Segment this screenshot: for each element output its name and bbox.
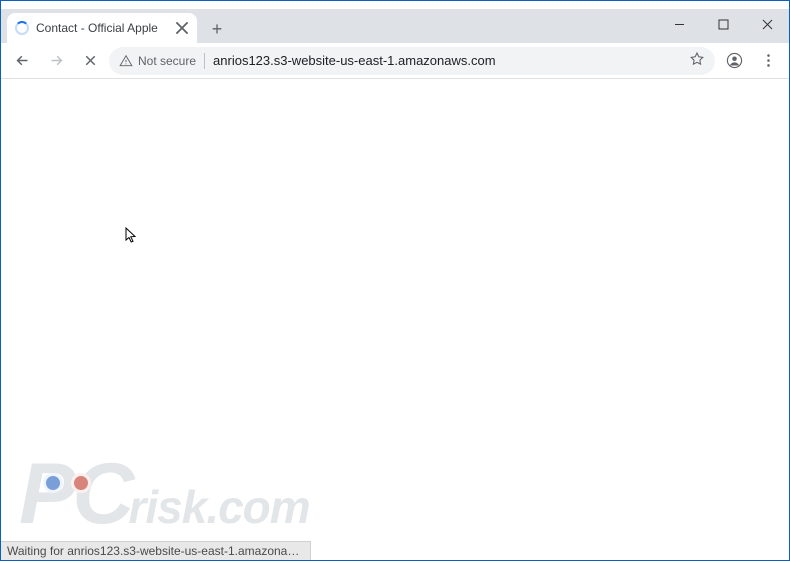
- forward-button[interactable]: [41, 46, 71, 76]
- address-bar[interactable]: Not secure anrios123.s3-website-us-east-…: [109, 47, 715, 75]
- status-bar: Waiting for anrios123.s3-website-us-east…: [1, 541, 311, 560]
- bookmark-star-icon[interactable]: [689, 51, 705, 70]
- profile-avatar-button[interactable]: [719, 46, 749, 76]
- browser-tab[interactable]: Contact - Official Apple: [7, 13, 197, 43]
- browser-toolbar: Not secure anrios123.s3-website-us-east-…: [1, 43, 789, 79]
- window-close-button[interactable]: [745, 9, 789, 39]
- watermark-pc: PC: [19, 445, 130, 544]
- tab-strip: Contact - Official Apple +: [1, 9, 789, 43]
- window-minimize-button[interactable]: [657, 9, 701, 39]
- url-text: anrios123.s3-website-us-east-1.amazonaws…: [213, 53, 681, 68]
- tab-title: Contact - Official Apple: [36, 21, 168, 35]
- stop-reload-button[interactable]: [75, 46, 105, 76]
- mouse-cursor-icon: [124, 227, 138, 250]
- window-controls: [657, 9, 789, 39]
- watermark-dot-blue: [43, 473, 63, 493]
- new-tab-button[interactable]: +: [203, 15, 231, 43]
- not-secure-icon: [119, 54, 133, 68]
- watermark-dots: [43, 473, 91, 493]
- security-label: Not secure: [138, 54, 196, 68]
- tab-close-button[interactable]: [175, 21, 189, 35]
- watermark-dot-red: [71, 473, 91, 493]
- security-indicator[interactable]: Not secure: [119, 54, 196, 68]
- watermark-risk: risk.com: [128, 480, 309, 534]
- watermark: PC risk.com: [19, 445, 310, 544]
- omnibox-divider: [204, 53, 205, 69]
- loading-spinner-icon: [15, 21, 29, 35]
- window-titlebar: [1, 1, 789, 9]
- menu-button[interactable]: [753, 46, 783, 76]
- window-maximize-button[interactable]: [701, 9, 745, 39]
- back-button[interactable]: [7, 46, 37, 76]
- page-content: PC risk.com Waiting for anrios123.s3-web…: [1, 79, 789, 560]
